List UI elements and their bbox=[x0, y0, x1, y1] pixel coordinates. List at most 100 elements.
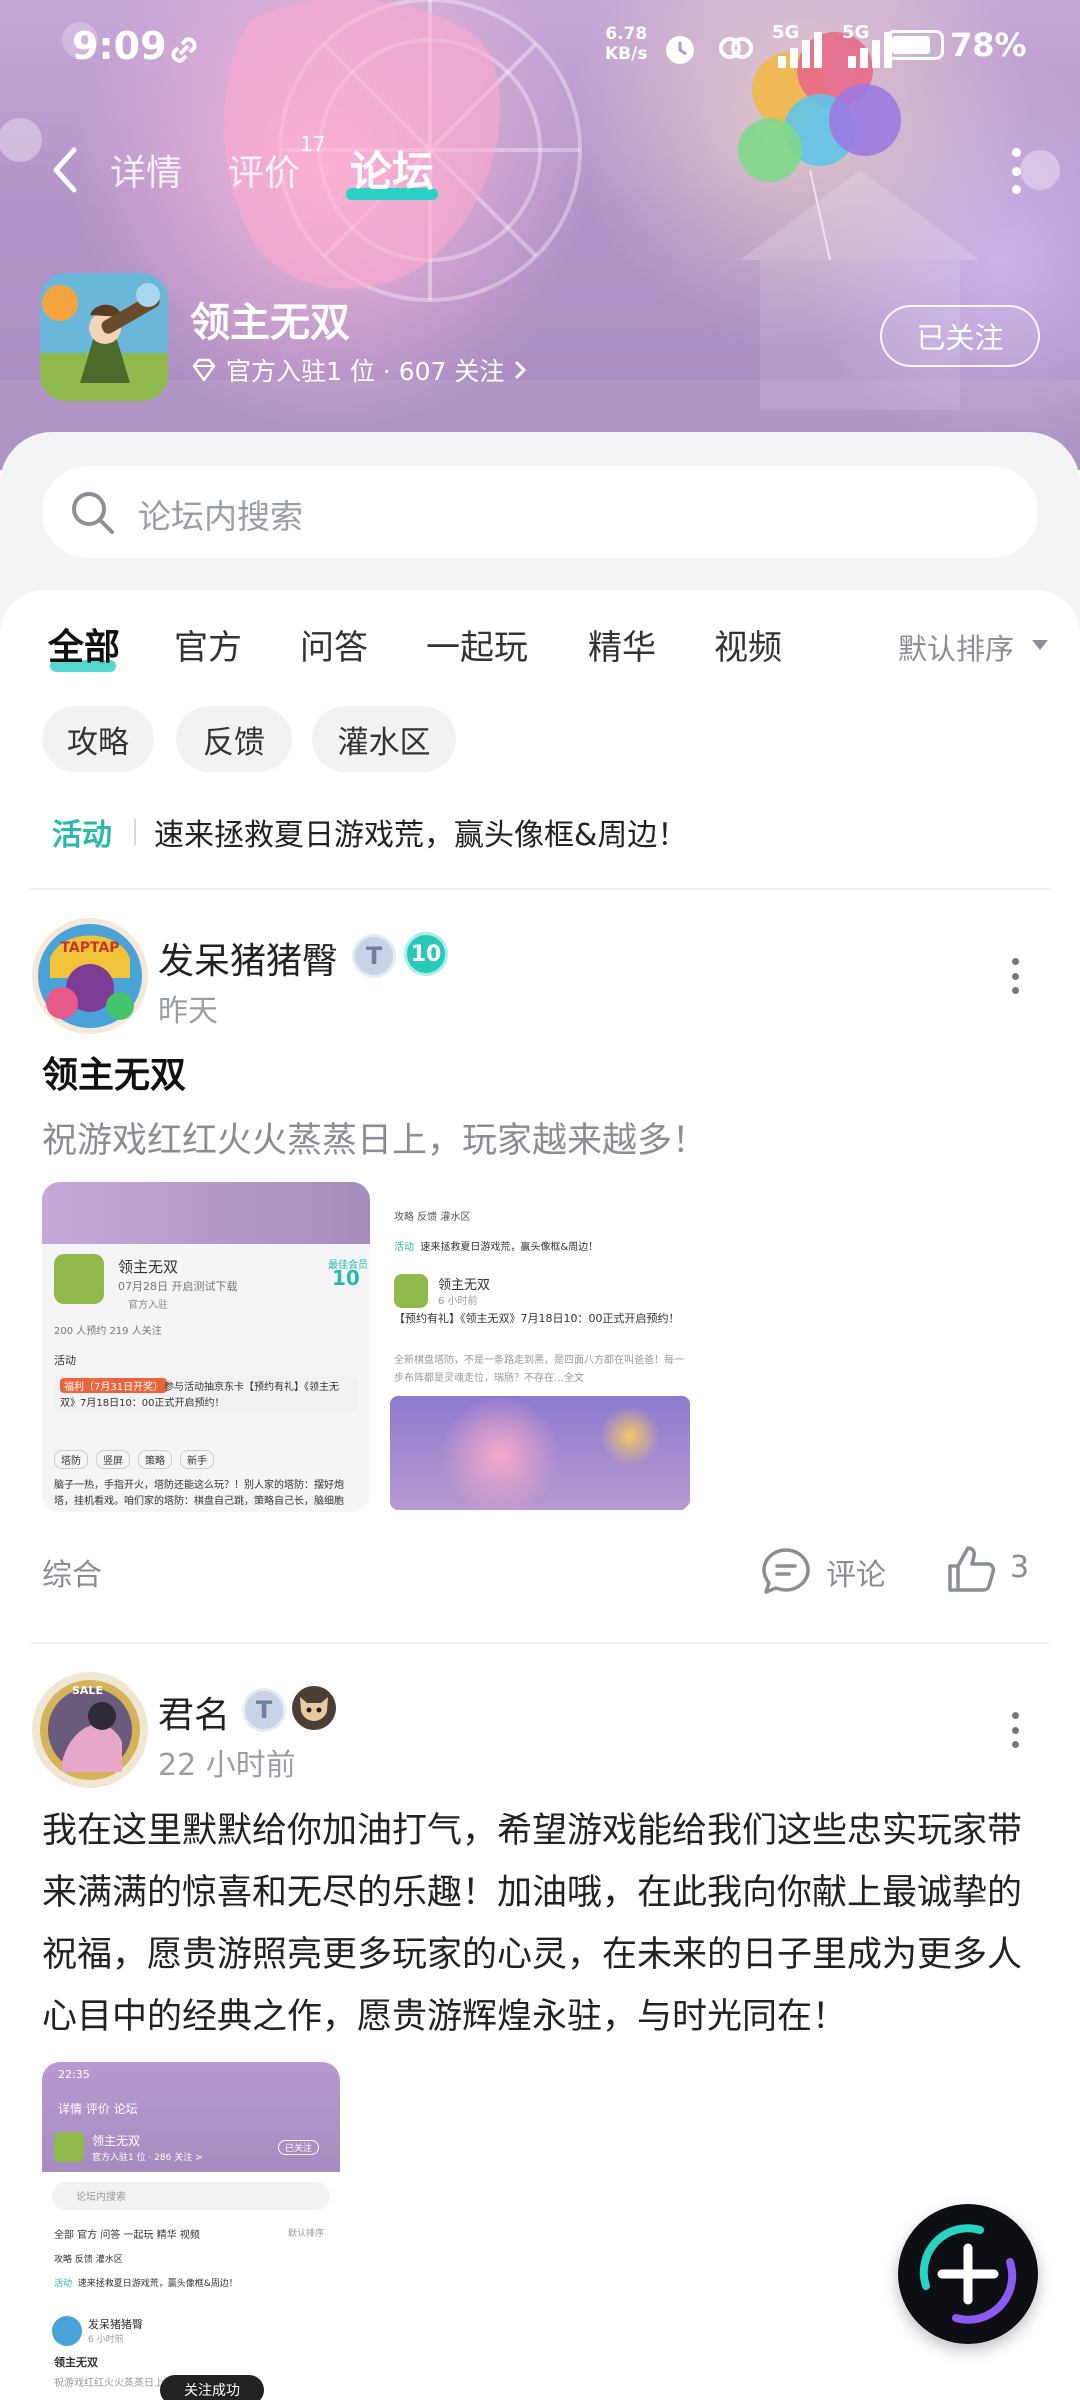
link-icon-2 bbox=[719, 37, 753, 59]
thumb3-avatar bbox=[52, 2316, 82, 2346]
post-body[interactable]: 祝游戏红红火火蒸蒸日上，玩家越来越多！ bbox=[42, 1112, 707, 1163]
comment-button[interactable]: 评论 bbox=[826, 1550, 886, 1594]
top-nav: 详情 评价 17 论坛 bbox=[0, 130, 1080, 210]
thumb3-sort: 默认排序 bbox=[288, 2229, 325, 2239]
post-image[interactable]: 攻略 反馈 灌水区 活动 速来拯救夏日游戏荒，赢头像框&周边！ 领主无双 6 小… bbox=[386, 1182, 692, 1512]
reviews-count-badge: 17 bbox=[300, 132, 326, 156]
thumb-text: 脑子一热，手指开火，塔防还能这么玩？！别人家的塔防：摆好炮塔，挂机看戏。咱们家的… bbox=[54, 1480, 344, 1507]
thumb2-title: 【预约有礼】《领主无双》7月18日10：00正式开启预约！ bbox=[394, 1312, 680, 1325]
thumb-tag: 策略 bbox=[138, 1450, 172, 1469]
thumb-tags: 塔防 竖屏 策略 新手 bbox=[54, 1450, 214, 1469]
battery-percent: 78% bbox=[950, 26, 1027, 64]
divider bbox=[30, 888, 1050, 890]
thumb2-activity-text: 速来拯救夏日游戏荒，赢头像框&周边！ bbox=[420, 1242, 599, 1253]
post-footer: 综合 评论 3 bbox=[0, 1540, 1080, 1600]
post-time: 昨天 bbox=[158, 994, 218, 1029]
thumb-activity: 活动 bbox=[54, 1354, 76, 1367]
post-more-icon[interactable] bbox=[1010, 1712, 1020, 1748]
post-image[interactable]: 22:35 详情 评价 论坛 领主无双 官方入驻1 位 · 286 关注 > 已… bbox=[42, 2062, 340, 2400]
game-meta[interactable]: 官方入驻1 位 · 607 关注 bbox=[190, 352, 528, 388]
thumb3-nav: 详情 评价 论坛 bbox=[58, 2102, 138, 2116]
game-icon[interactable] bbox=[40, 273, 168, 401]
post-category[interactable]: 综合 bbox=[42, 1550, 102, 1594]
diamond-icon bbox=[192, 358, 216, 382]
tab-reviews[interactable]: 评价 bbox=[228, 144, 300, 196]
tab-video[interactable]: 视频 bbox=[714, 620, 782, 669]
thumb-official: 官方入驻 bbox=[128, 1300, 168, 1311]
activity-tag: 活动 bbox=[52, 818, 112, 853]
thumb3-activity-tag: 活动 bbox=[54, 2279, 73, 2289]
game-meta-text: 官方入驻1 位 · 607 关注 bbox=[226, 357, 505, 386]
tab-play-together[interactable]: 一起玩 bbox=[426, 620, 528, 669]
search-icon bbox=[72, 492, 114, 534]
tab-qa[interactable]: 问答 bbox=[300, 620, 368, 669]
game-title: 领主无双 bbox=[190, 300, 350, 346]
like-icon[interactable] bbox=[944, 1542, 998, 1596]
status-bar: 9:09 6.78 KB/s 5G 5G 78% bbox=[0, 0, 1080, 100]
thumb3-game-icon bbox=[54, 2132, 84, 2162]
thumb2-user: 领主无双 bbox=[438, 1278, 491, 1293]
tab-forum[interactable]: 论坛 bbox=[350, 138, 434, 199]
post-author[interactable]: 君名 bbox=[158, 1686, 230, 1738]
thumb3-post-time: 6 小时前 bbox=[88, 2335, 124, 2345]
svg-text:TAPTAP: TAPTAP bbox=[60, 940, 119, 956]
activity-separator bbox=[134, 819, 136, 845]
activity-text: 速来拯救夏日游戏荒，赢头像框&周边！ bbox=[154, 818, 688, 853]
thumb3-follow: 已关注 bbox=[278, 2140, 320, 2155]
post-body[interactable]: 我在这里默默给你加油打气，希望游戏能给我们这些忠实玩家带来满满的惊喜和无尽的乐趣… bbox=[42, 1800, 1042, 2048]
thumb-game-title: 领主无双 bbox=[118, 1258, 179, 1276]
thumb2-avatar bbox=[394, 1274, 428, 1308]
post-image[interactable]: 领主无双 07月28日 开启测试下载 官方入驻 最佳会员 10 200 人预约 … bbox=[42, 1182, 370, 1512]
thumb-tag: 新手 bbox=[180, 1450, 214, 1469]
verified-badge-icon: T bbox=[242, 1688, 286, 1732]
chevron-right-icon bbox=[515, 360, 527, 380]
thumb-notice: 参与活动抽京东卡【预约有礼】《领主无双》7月18日10：00正式开启预约！ bbox=[60, 1382, 339, 1409]
chip-guides[interactable]: 攻略 bbox=[42, 706, 154, 772]
status-time: 9:09 bbox=[72, 24, 167, 68]
thumb-notice-box: 福利（7月31日开奖） 参与活动抽京东卡【预约有礼】《领主无双》7月18日10：… bbox=[54, 1376, 358, 1412]
tab-details[interactable]: 详情 bbox=[110, 144, 182, 196]
search-bar[interactable]: 论坛内搜索 bbox=[42, 466, 1038, 558]
more-menu-icon[interactable] bbox=[1010, 148, 1022, 194]
battery-icon bbox=[886, 30, 944, 60]
post-author[interactable]: 发呆猪猪臀 bbox=[158, 932, 338, 984]
avatar[interactable]: SALE bbox=[32, 1672, 148, 1788]
thumb3-activity-text: 速来拯救夏日游戏荒，赢头像框&周边！ bbox=[77, 2279, 238, 2289]
net-speed-unit: KB/s bbox=[605, 44, 648, 64]
net-speed-value: 6.78 bbox=[605, 24, 648, 44]
post-time: 22 小时前 bbox=[158, 1748, 296, 1783]
fox-badge-icon bbox=[292, 1686, 336, 1730]
thumb3-meta: 官方入驻1 位 · 286 关注 > bbox=[92, 2153, 203, 2163]
chip-feedback[interactable]: 反馈 bbox=[176, 706, 292, 772]
thumb2-banner-image bbox=[390, 1396, 690, 1510]
level-badge: 10 bbox=[404, 932, 448, 976]
thumb-banner bbox=[42, 1182, 370, 1244]
activity-banner[interactable]: 活动 速来拯救夏日游戏荒，赢头像框&周边！ bbox=[52, 810, 1042, 854]
verified-badge-icon: T bbox=[352, 934, 396, 978]
avatar[interactable]: TAPTAP bbox=[32, 918, 148, 1034]
post-title[interactable]: 领主无双 bbox=[42, 1046, 186, 1098]
comment-icon[interactable] bbox=[760, 1546, 812, 1596]
thumb3-search-text: 论坛内搜索 bbox=[76, 2192, 126, 2203]
svg-text:SALE: SALE bbox=[72, 1684, 103, 1697]
thumb3-activity: 活动 速来拯救夏日游戏荒，赢头像框&周边！ bbox=[54, 2276, 238, 2289]
new-post-button[interactable] bbox=[898, 2204, 1038, 2344]
tab-featured[interactable]: 精华 bbox=[588, 620, 656, 669]
status-icons: 5G 5G bbox=[660, 22, 898, 70]
tab-official[interactable]: 官方 bbox=[174, 620, 242, 669]
follow-button[interactable]: 已关注 bbox=[880, 305, 1040, 367]
thumb3-search: 论坛内搜索 bbox=[52, 2182, 330, 2210]
post-more-icon[interactable] bbox=[1010, 958, 1020, 994]
thumb3-time: 22:35 bbox=[58, 2068, 90, 2081]
thumb-date: 07月28日 开启测试下载 bbox=[118, 1280, 238, 1293]
plus-icon bbox=[919, 2224, 1017, 2324]
forum-tabs: 全部 官方 问答 一起玩 精华 视频 默认排序 bbox=[0, 612, 1080, 682]
chip-chat[interactable]: 灌水区 bbox=[312, 706, 456, 772]
search-placeholder: 论坛内搜索 bbox=[138, 497, 303, 536]
tab-all[interactable]: 全部 bbox=[48, 618, 120, 670]
thumb-tag: 竖屏 bbox=[96, 1450, 130, 1469]
thumb-tag: 塔防 bbox=[54, 1450, 88, 1469]
back-icon[interactable] bbox=[46, 140, 86, 200]
network-speed: 6.78 KB/s bbox=[605, 24, 647, 64]
sort-dropdown[interactable]: 默认排序 bbox=[898, 626, 1014, 668]
